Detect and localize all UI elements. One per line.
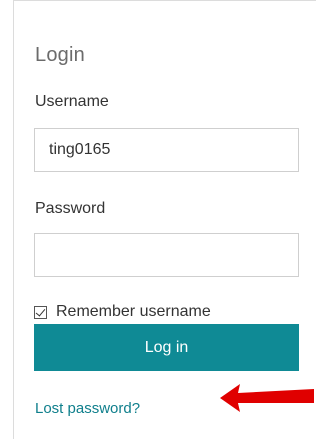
remember-username-label: Remember username — [56, 303, 211, 320]
lost-password-link[interactable]: Lost password? — [35, 400, 140, 417]
login-title: Login — [35, 44, 85, 66]
username-label: Username — [35, 93, 109, 110]
username-input[interactable] — [34, 128, 299, 172]
password-label: Password — [35, 200, 106, 217]
remember-username-checkbox[interactable]: Remember username — [34, 303, 211, 321]
login-button[interactable]: Log in — [34, 324, 299, 371]
login-panel: Login Username Password Remember usernam… — [13, 0, 316, 439]
checkbox-icon[interactable] — [34, 305, 47, 319]
password-input[interactable] — [34, 233, 299, 277]
left-arrow-icon — [220, 384, 314, 412]
